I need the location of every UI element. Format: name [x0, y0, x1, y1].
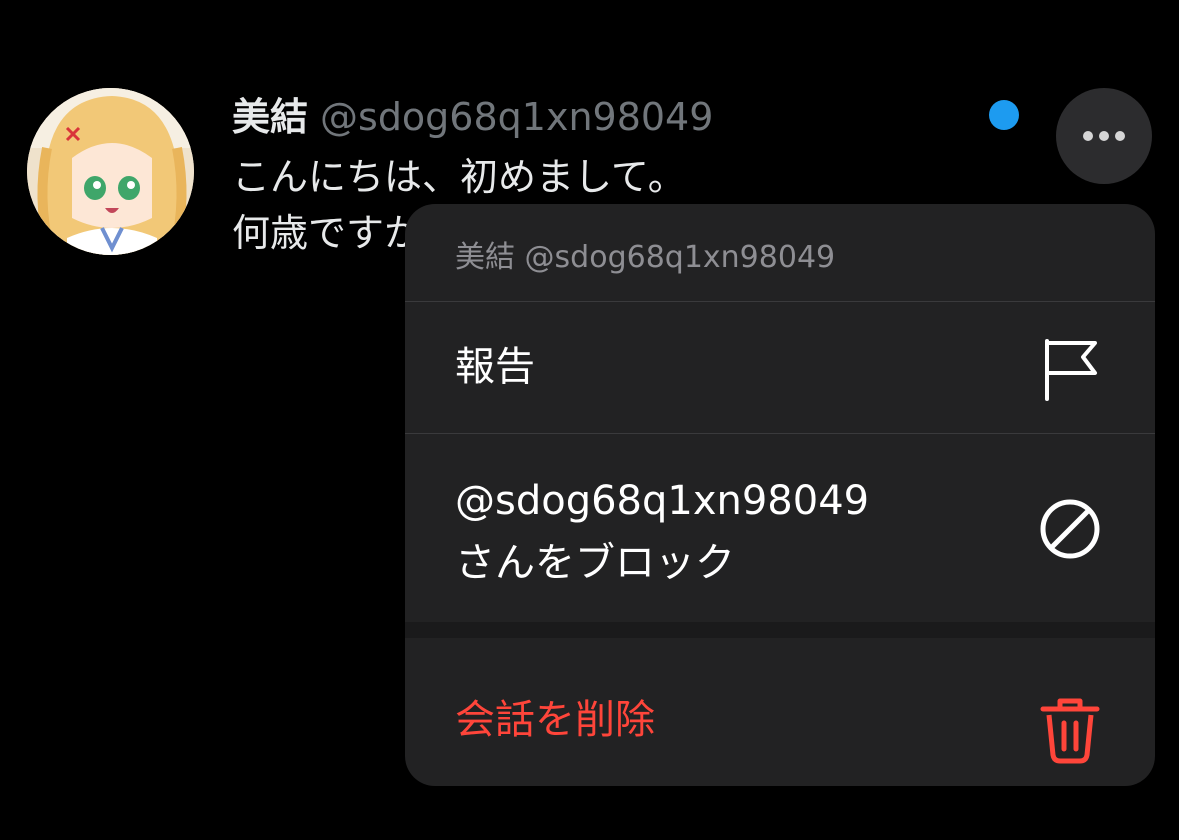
block-icon — [1040, 499, 1100, 559]
report-label: 報告 — [455, 344, 535, 390]
block-user-menu-item[interactable]: @sdog68q1xn98049 さんをブロック — [405, 434, 1155, 622]
unread-indicator — [989, 100, 1019, 130]
delete-conversation-label: 会話を削除 — [455, 697, 655, 743]
menu-group-separator — [405, 622, 1155, 638]
menu-header: 美結 @sdog68q1xn98049 — [455, 240, 836, 275]
avatar-anime-girl-icon — [27, 88, 194, 255]
trash-icon — [1040, 698, 1100, 764]
message-header: 美結 @sdog68q1xn98049 — [232, 94, 713, 140]
sender-handle: @sdog68q1xn98049 — [320, 95, 714, 139]
context-menu: 美結 @sdog68q1xn98049 報告 @sdog68q1xn98049 … — [405, 204, 1155, 786]
more-options-button[interactable] — [1056, 88, 1152, 184]
message-preview-line-2: 何歳ですか — [232, 211, 423, 255]
sender-name: 美結 — [232, 95, 309, 139]
report-menu-item[interactable]: 報告 — [405, 302, 1155, 433]
avatar[interactable] — [27, 88, 194, 255]
block-label-line-2: さんをブロック — [455, 540, 735, 586]
delete-conversation-menu-item[interactable]: 会話を削除 — [405, 638, 1155, 786]
ellipsis-icon — [1083, 131, 1125, 141]
message-preview-line-1: こんにちは、初めまして。 — [232, 155, 686, 199]
flag-icon — [1045, 339, 1097, 401]
block-label-line-1: @sdog68q1xn98049 — [455, 478, 870, 524]
